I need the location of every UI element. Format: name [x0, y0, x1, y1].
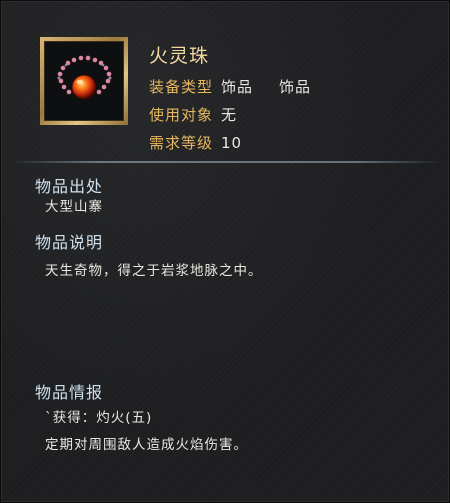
- attr-equip-type-label: 装备类型: [149, 78, 214, 96]
- fire-bead-necklace-icon: [57, 55, 112, 100]
- attr-equip-type-value-2: 饰品: [279, 78, 312, 96]
- item-icon-slot: [44, 41, 124, 121]
- attr-required-level: 需求等级 10: [149, 132, 242, 153]
- section-description-title: 物品说明: [35, 233, 104, 252]
- attr-target: 使用对象无: [149, 104, 237, 125]
- section-info-line-1: `获得：灼火(五): [45, 410, 153, 426]
- item-tooltip-panel: 火灵珠 装备类型 饰品 饰品 使用对象无 需求等级 10 物品出处 大型山寨 物品说明…: [0, 0, 450, 503]
- section-source-title: 物品出处: [35, 177, 104, 196]
- header-divider: [11, 161, 441, 163]
- item-name: 火灵珠: [149, 45, 210, 67]
- attr-equip-type-value: 饰品: [221, 78, 254, 96]
- attr-equip-type: 装备类型 饰品 饰品: [149, 76, 311, 97]
- section-description-text: 天生奇物，得之于岩浆地脉之中。: [45, 263, 263, 279]
- section-info-line-2: 定期对周围敌人造成火焰伤害。: [45, 437, 248, 453]
- attr-required-level-value: 10: [221, 134, 243, 152]
- attr-target-value: 无: [221, 106, 238, 124]
- attr-target-label: 使用对象: [149, 106, 214, 124]
- attr-required-level-label: 需求等级: [149, 134, 214, 152]
- section-source-text: 大型山寨: [45, 199, 103, 215]
- item-icon-frame: [40, 37, 128, 125]
- section-info-title: 物品情报: [35, 383, 104, 402]
